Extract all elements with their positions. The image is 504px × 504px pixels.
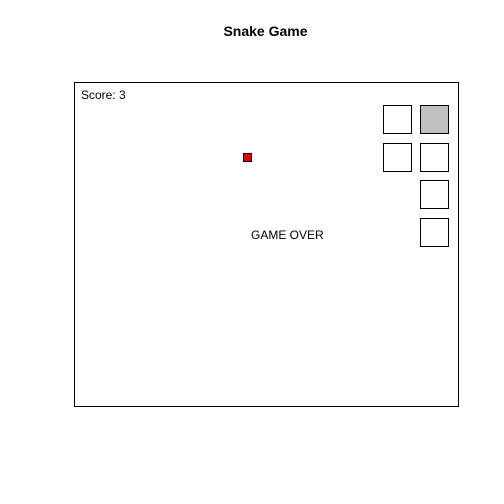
snake-body-segment	[420, 180, 449, 209]
game-board[interactable]: Score: 3 GAME OVER	[74, 82, 459, 407]
snake-body-segment	[420, 218, 449, 247]
game-over-message: GAME OVER	[251, 228, 324, 242]
food-pellet	[243, 153, 252, 162]
score-label: Score: 3	[81, 88, 126, 102]
snake-body-segment	[383, 105, 412, 134]
snake-head-segment	[420, 105, 449, 134]
snake-body-segment	[383, 143, 412, 172]
game-title: Snake Game	[223, 23, 308, 39]
snake-body-segment	[420, 143, 449, 172]
